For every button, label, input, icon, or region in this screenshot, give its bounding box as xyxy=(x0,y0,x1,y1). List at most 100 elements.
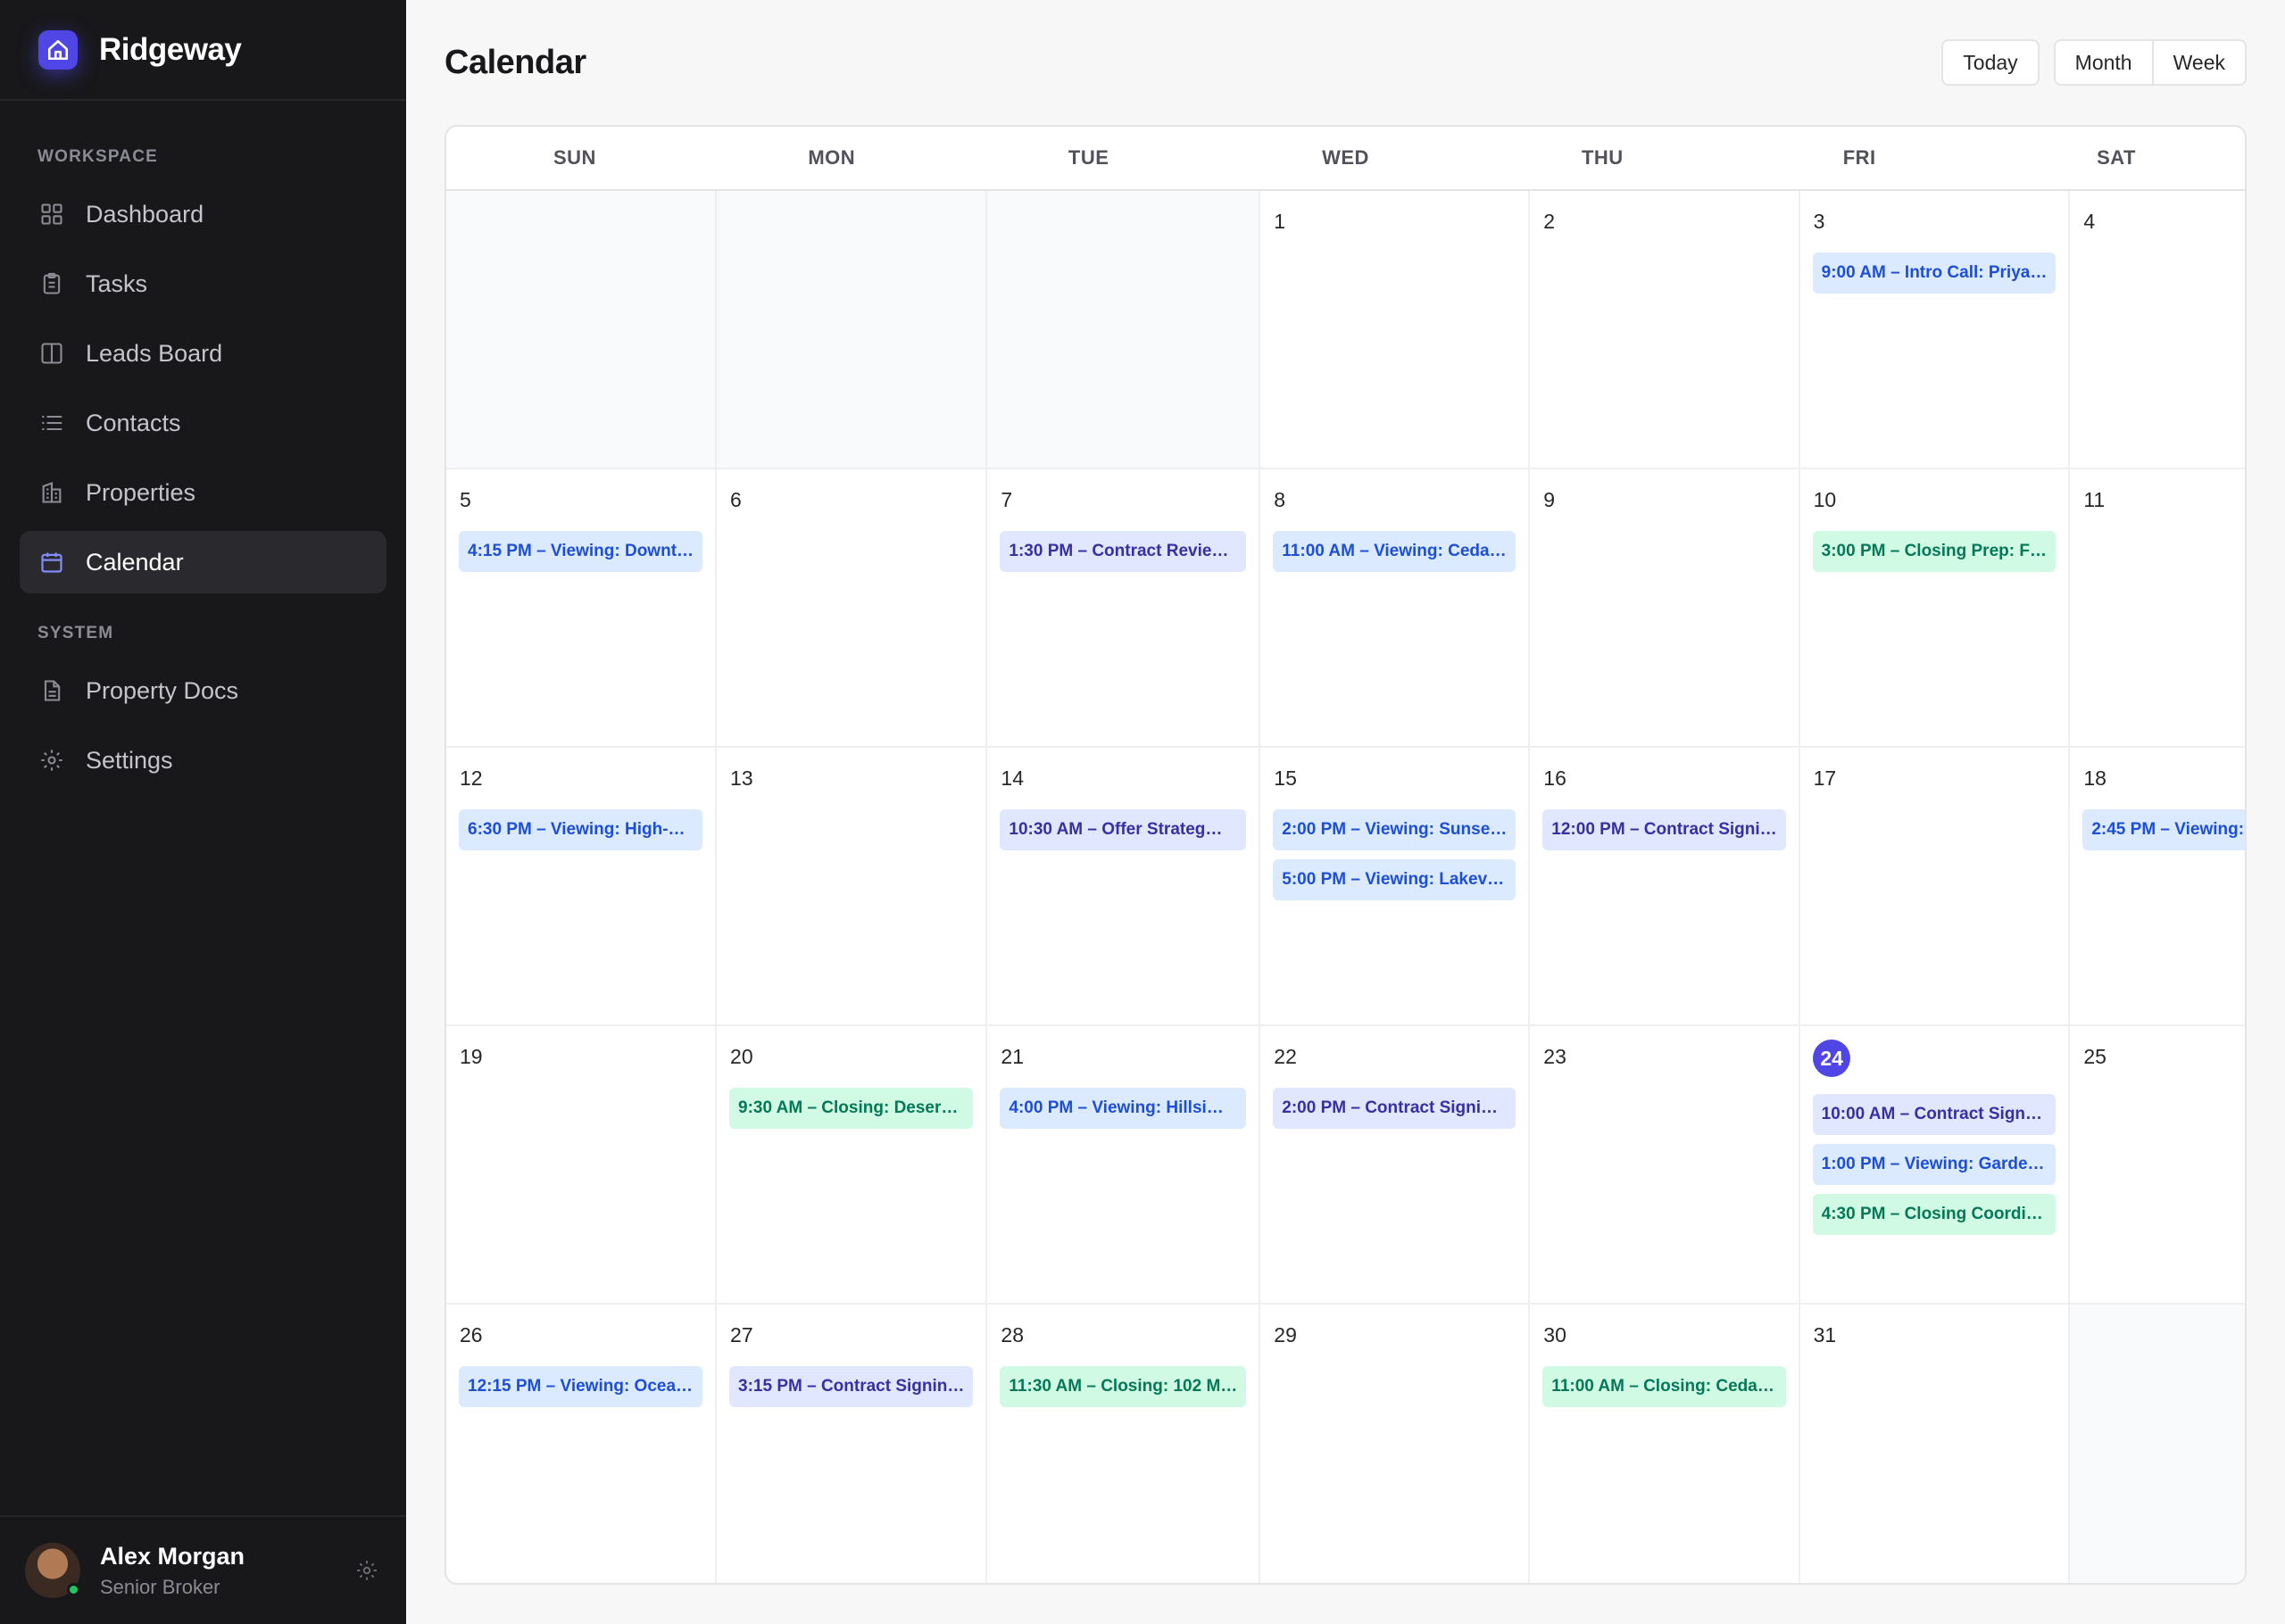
calendar-day-cell[interactable]: 21 4:00 PM – Viewing: Hillsi… xyxy=(987,1026,1261,1305)
building-icon xyxy=(37,478,66,507)
online-status-dot xyxy=(67,1583,80,1596)
calendar-day-cell[interactable]: 27 3:15 PM – Contract Signin… xyxy=(717,1305,988,1583)
calendar-day-cell[interactable]: 10 3:00 PM – Closing Prep: F… xyxy=(1799,469,2071,748)
calendar-event[interactable]: 1:30 PM – Contract Revie… xyxy=(1000,531,1247,572)
calendar-event[interactable]: 12:15 PM – Viewing: Ocea… xyxy=(459,1366,703,1407)
day-events: 12:15 PM – Viewing: Ocea… xyxy=(459,1366,703,1407)
calendar-event[interactable]: 11:00 AM – Viewing: Ceda… xyxy=(1273,531,1516,572)
calendar-day-cell[interactable]: 14 10:30 AM – Offer Strateg… xyxy=(987,748,1261,1026)
calendar-event[interactable]: 10:30 AM – Offer Strateg… xyxy=(1000,809,1247,850)
calendar-day-cell[interactable]: 24 10:00 AM – Contract Sign… 1:00 PM – Vie… xyxy=(1799,1026,2071,1305)
calendar-event[interactable]: 3:00 PM – Closing Prep: F… xyxy=(1812,531,2056,572)
calendar-event-label: 9:00 AM – Intro Call: Priya… xyxy=(1821,263,2048,282)
calendar-event[interactable]: 10:00 AM – Contract Sign… xyxy=(1812,1094,2056,1135)
columns-icon xyxy=(37,339,66,368)
calendar-day-cell[interactable]: 17 xyxy=(1799,748,2071,1026)
calendar-event-label: 5:00 PM – Viewing: Lakev… xyxy=(1282,870,1505,889)
day-events: 2:00 PM – Contract Signi… xyxy=(1273,1088,1516,1129)
calendar-day-cell[interactable]: 3 9:00 AM – Intro Call: Priya… xyxy=(1799,191,2071,469)
day-number: 23 xyxy=(1543,1045,1566,1068)
day-events: 10:00 AM – Contract Sign… 1:00 PM – Viewi… xyxy=(1812,1094,2056,1235)
calendar-day-cell[interactable]: 19 xyxy=(446,1026,718,1305)
calendar-day-cell[interactable]: 6 xyxy=(717,469,988,748)
calendar-event[interactable]: 5:00 PM – Viewing: Lakev… xyxy=(1273,859,1516,900)
brand[interactable]: Ridgeway xyxy=(0,0,406,101)
calendar-day-cell[interactable]: 28 11:30 AM – Closing: 102 M… xyxy=(987,1305,1261,1583)
calendar-day-cell[interactable]: 9 xyxy=(1530,469,1800,748)
sidebar-item-label: Properties xyxy=(86,478,196,506)
day-events: 10:30 AM – Offer Strateg… xyxy=(1000,809,1247,850)
sidebar-item-label: Dashboard xyxy=(86,200,204,228)
user-settings-gear-icon[interactable] xyxy=(353,1556,381,1585)
weekday-label: THU xyxy=(1581,146,1624,169)
calendar-controls: Today Month Week xyxy=(1941,39,2247,86)
calendar-event[interactable]: 11:00 AM – Closing: Ceda… xyxy=(1542,1366,1786,1407)
calendar-event[interactable]: 9:30 AM – Closing: Deser… xyxy=(729,1088,974,1129)
sidebar-item-property-docs[interactable]: Property Docs xyxy=(20,659,386,722)
sidebar-item-settings[interactable]: Settings xyxy=(20,729,386,791)
calendar-event[interactable]: 9:00 AM – Intro Call: Priya… xyxy=(1812,253,2056,294)
calendar-event-label: 6:30 PM – Viewing: High-… xyxy=(468,820,686,839)
clipboard-icon xyxy=(37,269,66,298)
sidebar-item-label: Leads Board xyxy=(86,339,223,367)
month-view-button[interactable]: Month xyxy=(2056,41,2152,84)
calendar-day-cell[interactable]: 15 2:00 PM – Viewing: Sunse… 5:00 PM – Vie… xyxy=(1260,748,1531,1026)
calendar-day-cell[interactable]: 2 xyxy=(1530,191,1800,469)
calendar-day-cell[interactable]: 11 xyxy=(2070,469,2245,748)
day-number: 16 xyxy=(1543,766,1566,790)
calendar-event-label: 4:00 PM – Viewing: Hillsi… xyxy=(1009,1098,1224,1117)
calendar-day-cell[interactable]: 7 1:30 PM – Contract Revie… xyxy=(987,469,1261,748)
calendar-event[interactable]: 4:00 PM – Viewing: Hillsi… xyxy=(1000,1088,1247,1129)
day-number: 4 xyxy=(2083,210,2096,233)
calendar-day-cell[interactable]: 4 xyxy=(2070,191,2245,469)
calendar-event[interactable]: 2:45 PM – Viewing: Brick … xyxy=(2082,809,2245,850)
calendar-event[interactable]: 11:30 AM – Closing: 102 M… xyxy=(1000,1366,1247,1407)
calendar-event-label: 10:00 AM – Contract Sign… xyxy=(1821,1105,2043,1123)
sidebar-item-leads-board[interactable]: Leads Board xyxy=(20,322,386,385)
calendar-event[interactable]: 4:30 PM – Closing Coordi… xyxy=(1812,1194,2056,1235)
home-icon xyxy=(38,29,78,70)
calendar-grid: 1 2 3 9:00 AM – Intro Call: Priya… 4 5 4:15 PM… xyxy=(446,191,2245,1583)
weekday-label: WED xyxy=(1322,146,1369,169)
calendar-day-cell[interactable]: 12 6:30 PM – Viewing: High-… xyxy=(446,748,718,1026)
calendar-event-label: 2:45 PM – Viewing: Brick … xyxy=(2091,820,2245,839)
calendar-day-cell[interactable]: 16 12:00 PM – Contract Signi… xyxy=(1530,748,1800,1026)
calendar-day-cell[interactable]: 5 4:15 PM – Viewing: Downt… xyxy=(446,469,718,748)
calendar-day-cell[interactable]: 20 9:30 AM – Closing: Deser… xyxy=(717,1026,988,1305)
calendar-event[interactable]: 3:15 PM – Contract Signin… xyxy=(729,1366,974,1407)
calendar-day-cell[interactable]: 18 2:45 PM – Viewing: Brick … xyxy=(2070,748,2245,1026)
calendar-event[interactable]: 4:15 PM – Viewing: Downt… xyxy=(459,531,703,572)
calendar-day-cell[interactable]: 25 xyxy=(2070,1026,2245,1305)
calendar-event[interactable]: 2:00 PM – Contract Signi… xyxy=(1273,1088,1516,1129)
calendar-empty-cell xyxy=(2070,1305,2245,1583)
sidebar-item-tasks[interactable]: Tasks xyxy=(20,253,386,315)
calendar-day-cell[interactable]: 1 xyxy=(1260,191,1531,469)
calendar-event-label: 3:00 PM – Closing Prep: F… xyxy=(1821,542,2047,560)
calendar-day-cell[interactable]: 23 xyxy=(1530,1026,1800,1305)
sidebar-item-properties[interactable]: Properties xyxy=(20,461,386,524)
calendar-day-cell[interactable]: 30 11:00 AM – Closing: Ceda… xyxy=(1530,1305,1800,1583)
calendar-event[interactable]: 2:00 PM – Viewing: Sunse… xyxy=(1273,809,1516,850)
today-button[interactable]: Today xyxy=(1941,39,2040,86)
day-number: 26 xyxy=(460,1323,483,1346)
calendar-day-cell[interactable]: 29 xyxy=(1260,1305,1531,1583)
calendar-day-cell[interactable]: 13 xyxy=(717,748,988,1026)
sidebar-item-dashboard[interactable]: Dashboard xyxy=(20,183,386,245)
calendar-event-label: 12:15 PM – Viewing: Ocea… xyxy=(468,1377,694,1396)
calendar-day-cell[interactable]: 22 2:00 PM – Contract Signi… xyxy=(1260,1026,1531,1305)
sidebar-item-contacts[interactable]: Contacts xyxy=(20,392,386,454)
calendar-event[interactable]: 6:30 PM – Viewing: High-… xyxy=(459,809,703,850)
week-view-button[interactable]: Week xyxy=(2151,41,2245,84)
calendar-day-cell[interactable]: 31 xyxy=(1800,1305,2071,1583)
section-label-system: SYSTEM xyxy=(37,624,114,642)
calendar-event[interactable]: 12:00 PM – Contract Signi… xyxy=(1542,809,1786,850)
day-number: 25 xyxy=(2083,1045,2106,1068)
user-profile[interactable]: Alex Morgan Senior Broker xyxy=(0,1515,406,1624)
calendar-day-cell[interactable]: 26 12:15 PM – Viewing: Ocea… xyxy=(446,1305,718,1583)
calendar-event[interactable]: 1:00 PM – Viewing: Garde… xyxy=(1812,1144,2056,1185)
day-events: 4:00 PM – Viewing: Hillsi… xyxy=(1000,1088,1247,1129)
calendar-event-label: 11:30 AM – Closing: 102 M… xyxy=(1009,1377,1238,1396)
calendar-day-cell[interactable]: 8 11:00 AM – Viewing: Ceda… xyxy=(1260,469,1531,748)
sidebar-item-calendar[interactable]: Calendar xyxy=(20,531,386,593)
calendar-empty-cell xyxy=(987,191,1261,469)
